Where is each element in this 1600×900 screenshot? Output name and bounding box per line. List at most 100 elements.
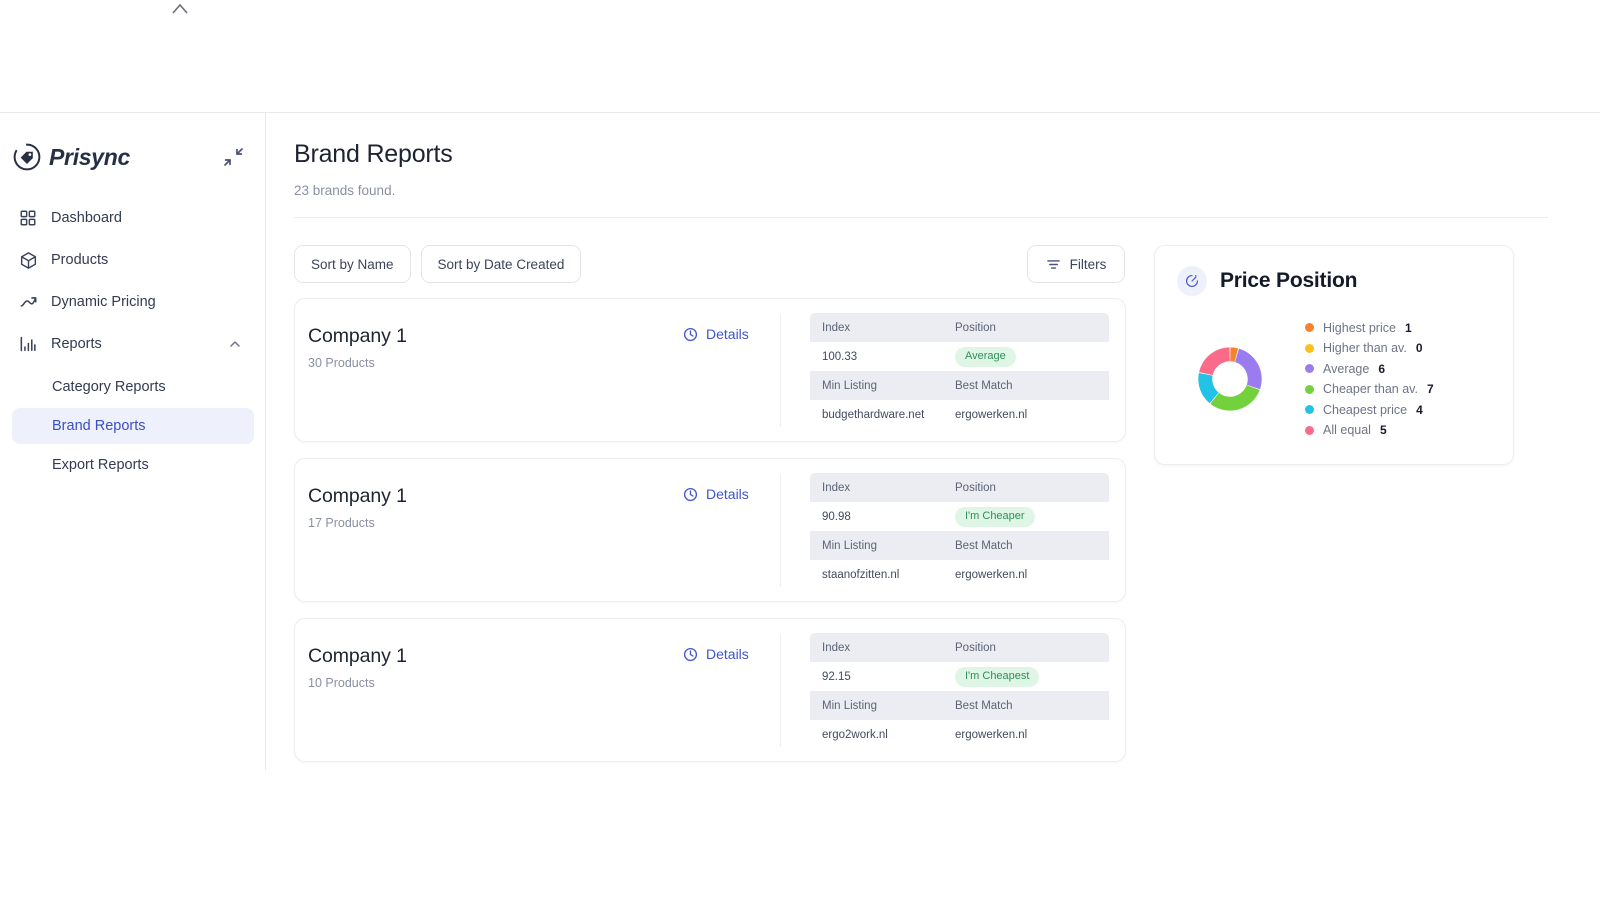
legend-item[interactable]: Cheaper than av. 7 xyxy=(1305,379,1510,400)
pie-chart-icon xyxy=(1177,266,1207,296)
chart-legend: Highest price1Higher than av.0Average6Ch… xyxy=(1305,317,1510,441)
sidebar: Prisync Dashboard xyxy=(0,113,266,770)
sidebar-item-brand-reports[interactable]: Brand Reports xyxy=(12,408,254,444)
legend-label: All equal xyxy=(1323,423,1371,437)
brand-report-card[interactable]: Company 1 30 Products Details Index P xyxy=(294,298,1126,442)
cell-position: I'm Cheapest xyxy=(955,666,1109,687)
legend-item[interactable]: Cheapest price 4 xyxy=(1305,400,1510,421)
card-title: Company 1 xyxy=(308,645,407,668)
clock-icon xyxy=(683,327,698,342)
grid-dashboard-icon xyxy=(18,208,38,228)
cell-best-match: ergowerken.nl xyxy=(955,729,1109,741)
table-header-row: Index Position xyxy=(810,313,1109,342)
table-header-row: Index Position xyxy=(810,473,1109,502)
sidebar-nav: Dashboard Products xyxy=(0,201,266,486)
status-badge: I'm Cheaper xyxy=(955,507,1035,527)
cell-min-listing: staanofzitten.nl xyxy=(810,569,955,581)
card-left: Company 1 10 Products xyxy=(308,645,407,690)
sidebar-subitem-label: Category Reports xyxy=(52,379,166,395)
brand-report-card[interactable]: Company 1 17 Products Details Index P xyxy=(294,458,1126,602)
app-window: Prisync Dashboard xyxy=(0,0,1600,900)
card-title: Company 1 xyxy=(308,485,407,508)
bar-chart-icon xyxy=(18,334,38,354)
card-table: Index Position 100.33 Average Min Listin… xyxy=(810,313,1109,429)
sidebar-item-label: Reports xyxy=(51,336,102,352)
table-row: staanofzitten.nl ergowerken.nl xyxy=(810,560,1109,589)
column-header-position: Position xyxy=(955,642,1109,654)
legend-value: 5 xyxy=(1380,423,1387,437)
column-header-best-match: Best Match xyxy=(955,700,1109,712)
price-position-panel: Price Position Highest price1Higher than… xyxy=(1154,245,1514,465)
donut-chart xyxy=(1155,343,1305,415)
legend-color-dot xyxy=(1305,385,1314,394)
filters-label: Filters xyxy=(1070,257,1107,272)
cell-index: 92.15 xyxy=(810,671,955,683)
table-row: 90.98 I'm Cheaper xyxy=(810,502,1109,531)
legend-color-dot xyxy=(1305,426,1314,435)
table-row: 100.33 Average xyxy=(810,342,1109,371)
details-link[interactable]: Details xyxy=(683,646,749,662)
donut-segment[interactable] xyxy=(1210,385,1259,411)
sidebar-item-export-reports[interactable]: Export Reports xyxy=(12,447,254,483)
column-header-min-listing: Min Listing xyxy=(810,380,955,392)
column-header-position: Position xyxy=(955,322,1109,334)
sidebar-item-label: Dynamic Pricing xyxy=(51,294,156,310)
column-header-index: Index xyxy=(810,482,955,494)
sidebar-item-dynamic-pricing[interactable]: Dynamic Pricing xyxy=(12,285,254,319)
toolbar: Sort by Name Sort by Date Created xyxy=(294,245,1126,283)
legend-label: Cheapest price xyxy=(1323,403,1407,417)
sidebar-item-dashboard[interactable]: Dashboard xyxy=(12,201,254,235)
legend-value: 4 xyxy=(1416,403,1423,417)
sort-by-name-button[interactable]: Sort by Name xyxy=(294,245,411,283)
sidebar-subitem-label: Export Reports xyxy=(52,457,149,473)
legend-value: 7 xyxy=(1427,382,1434,396)
sidebar-item-category-reports[interactable]: Category Reports xyxy=(12,369,254,405)
donut-segment[interactable] xyxy=(1235,349,1262,390)
details-label: Details xyxy=(706,486,749,502)
brand-report-cards: Company 1 30 Products Details Index P xyxy=(294,298,1126,778)
card-vertical-divider xyxy=(780,315,781,427)
sidebar-item-label: Dashboard xyxy=(51,210,122,226)
header-divider xyxy=(294,217,1548,218)
column-header-best-match: Best Match xyxy=(955,380,1109,392)
cell-index: 90.98 xyxy=(810,511,955,523)
legend-item[interactable]: Highest price1 xyxy=(1305,317,1510,338)
details-label: Details xyxy=(706,326,749,342)
sidebar-item-label: Products xyxy=(51,252,108,268)
sidebar-item-products[interactable]: Products xyxy=(12,243,254,277)
cell-best-match: ergowerken.nl xyxy=(955,569,1109,581)
collapse-panel-icon[interactable] xyxy=(222,146,244,168)
chevron-up-icon[interactable] xyxy=(228,337,242,351)
prisync-tag-logo xyxy=(12,142,42,172)
legend-item[interactable]: Higher than av.0 xyxy=(1305,338,1510,359)
donut-segment[interactable] xyxy=(1199,347,1230,375)
legend-label: Highest price xyxy=(1323,321,1396,335)
legend-color-dot xyxy=(1305,344,1314,353)
trend-arrow-up-icon xyxy=(18,292,38,312)
card-table: Index Position 92.15 I'm Cheapest Min Li… xyxy=(810,633,1109,749)
details-link[interactable]: Details xyxy=(683,486,749,502)
table-header-row: Min Listing Best Match xyxy=(810,371,1109,400)
legend-label: Cheaper than av. xyxy=(1323,382,1418,396)
table-row: ergo2work.nl ergowerken.nl xyxy=(810,720,1109,749)
filters-button[interactable]: Filters xyxy=(1027,245,1125,283)
card-left: Company 1 17 Products xyxy=(308,485,407,530)
table-header-row: Index Position xyxy=(810,633,1109,662)
chevron-up-icon[interactable] xyxy=(168,0,192,16)
details-link[interactable]: Details xyxy=(683,326,749,342)
table-row: 92.15 I'm Cheapest xyxy=(810,662,1109,691)
cell-index: 100.33 xyxy=(810,351,955,363)
card-left: Company 1 30 Products xyxy=(308,325,407,370)
price-position-title: Price Position xyxy=(1220,269,1357,293)
sort-by-date-created-button[interactable]: Sort by Date Created xyxy=(421,245,582,283)
cell-best-match: ergowerken.nl xyxy=(955,409,1109,421)
main-content: Brand Reports 23 brands found. Sort by N… xyxy=(266,113,1600,900)
legend-item[interactable]: All equal 5 xyxy=(1305,420,1510,441)
brand-report-card[interactable]: Company 1 10 Products Details Index P xyxy=(294,618,1126,762)
column-header-min-listing: Min Listing xyxy=(810,700,955,712)
sidebar-subitem-label: Brand Reports xyxy=(52,418,146,434)
table-header-row: Min Listing Best Match xyxy=(810,531,1109,560)
sidebar-item-reports[interactable]: Reports xyxy=(12,327,254,361)
legend-item[interactable]: Average6 xyxy=(1305,358,1510,379)
column-header-position: Position xyxy=(955,482,1109,494)
